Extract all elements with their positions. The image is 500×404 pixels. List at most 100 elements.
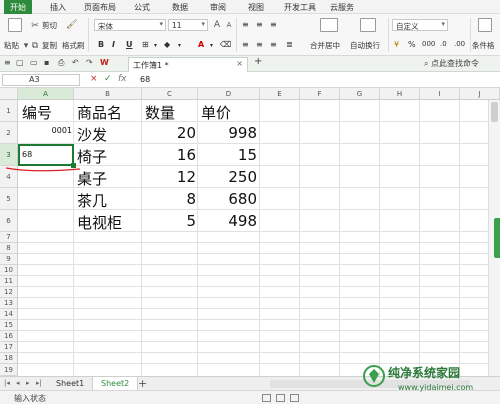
increase-decimal-icon[interactable]: .0 (440, 40, 447, 48)
cell-name[interactable]: 椅子 (77, 146, 107, 167)
row-header[interactable]: 2 (0, 122, 18, 144)
align-left-icon[interactable]: ≡ (242, 40, 249, 49)
row-header[interactable]: 18 (0, 353, 18, 364)
scrollbar-thumb[interactable] (491, 102, 498, 122)
header-cell-name[interactable]: 商品名 (77, 102, 122, 123)
first-sheet-icon[interactable]: |◂ (4, 379, 10, 387)
format-painter-button[interactable]: 格式刷 (62, 40, 85, 51)
cell-name[interactable]: 沙发 (77, 124, 107, 145)
chevron-down-icon[interactable]: ▾ (154, 42, 157, 49)
grow-font-button[interactable]: A (212, 20, 222, 30)
row-header[interactable]: 11 (0, 276, 18, 287)
wrap-text-button[interactable]: 自动换行 (350, 40, 380, 51)
tab-home[interactable]: 开始 (4, 0, 32, 14)
prev-sheet-icon[interactable]: ◂ (16, 379, 20, 387)
side-panel-handle[interactable] (494, 218, 500, 258)
align-right-icon[interactable]: ≡ (270, 40, 277, 49)
last-sheet-icon[interactable]: ▸| (36, 379, 42, 387)
number-format-select[interactable]: 自定义 ▾ (392, 19, 448, 31)
close-icon[interactable]: × (236, 59, 243, 68)
sheet-tab-sheet2[interactable]: Sheet2 (92, 377, 139, 391)
header-cell-qty[interactable]: 数量 (145, 102, 175, 123)
new-icon[interactable]: ▢ (16, 58, 24, 67)
row-header[interactable]: 7 (0, 232, 18, 243)
sheet-tab-sheet1[interactable]: Sheet1 (48, 377, 92, 391)
decrease-decimal-icon[interactable]: .00 (454, 40, 465, 48)
open-icon[interactable]: ▭ (30, 58, 38, 67)
cell-name[interactable]: 桌子 (77, 168, 107, 189)
paste-icon[interactable] (8, 18, 22, 32)
insert-function-button[interactable]: fx (118, 74, 127, 84)
copy-button[interactable]: ⧉ 复制 (30, 40, 57, 51)
row-header[interactable]: 9 (0, 254, 18, 265)
print-icon[interactable]: ⎙ (58, 58, 64, 68)
cell-name[interactable]: 茶几 (77, 190, 107, 211)
chevron-down-icon[interactable]: ▾ (210, 42, 213, 49)
thousands-icon[interactable]: 000 (422, 40, 435, 48)
row-header[interactable]: 8 (0, 243, 18, 254)
cell-qty[interactable]: 16 (142, 146, 196, 164)
font-name-select[interactable]: 宋体 ▾ (94, 19, 166, 31)
tab-developer[interactable]: 开发工具 (284, 2, 316, 13)
align-top-icon[interactable]: ≡ (242, 20, 249, 29)
undo-icon[interactable]: ↶ (72, 58, 79, 67)
tab-data[interactable]: 数据 (172, 2, 188, 13)
name-box[interactable]: A3 (2, 74, 80, 86)
cell-price[interactable]: 680 (198, 190, 257, 208)
column-header[interactable]: G (340, 88, 380, 100)
row-header[interactable]: 13 (0, 298, 18, 309)
cell-price[interactable]: 498 (198, 212, 257, 230)
header-cell-id[interactable]: 编号 (22, 102, 52, 123)
next-sheet-icon[interactable]: ▸ (26, 379, 30, 387)
formula-input[interactable]: 68 (140, 74, 495, 86)
percent-icon[interactable]: % (408, 40, 416, 49)
tab-page-layout[interactable]: 页面布局 (84, 2, 116, 13)
row-header[interactable]: 12 (0, 287, 18, 298)
cell-id-editing[interactable]: 68 (22, 150, 32, 159)
bold-button[interactable]: B (98, 40, 104, 49)
tab-review[interactable]: 审阅 (210, 2, 226, 13)
clear-format-icon[interactable]: ⌫ (220, 40, 231, 49)
shrink-font-button[interactable]: A (224, 20, 234, 30)
underline-button[interactable]: U (126, 40, 133, 49)
page-break-icon[interactable] (290, 394, 299, 402)
active-cell[interactable]: 68 (18, 144, 76, 168)
fill-color-icon[interactable]: ◆ (164, 40, 170, 49)
select-all-corner[interactable] (0, 88, 18, 100)
row-header[interactable]: 5 (0, 188, 18, 210)
conditional-format-button[interactable]: 条件格 (472, 40, 495, 51)
tab-view[interactable]: 视图 (248, 2, 264, 13)
row-header[interactable]: 17 (0, 342, 18, 353)
cell-name[interactable]: 电视柜 (77, 212, 122, 233)
chevron-down-icon[interactable]: ▾ (178, 42, 181, 49)
column-header[interactable]: E (260, 88, 300, 100)
row-header[interactable]: 15 (0, 320, 18, 331)
align-bottom-icon[interactable]: ≡ (270, 20, 277, 29)
header-cell-price[interactable]: 单价 (201, 102, 231, 123)
column-header[interactable]: F (300, 88, 340, 100)
cell-id[interactable]: 0001 (20, 126, 72, 135)
font-color-icon[interactable]: A (198, 40, 204, 49)
borders-icon[interactable]: ⊞ (142, 40, 149, 49)
cell-price[interactable]: 250 (198, 168, 257, 186)
italic-button[interactable]: I (112, 40, 115, 49)
cell-price[interactable]: 15 (198, 146, 257, 164)
align-middle-icon[interactable]: ≡ (256, 20, 263, 29)
column-header[interactable]: C (142, 88, 198, 100)
column-header[interactable]: J (460, 88, 500, 100)
wrap-text-icon[interactable] (360, 18, 376, 32)
new-tab-button[interactable]: + (254, 56, 262, 67)
row-header[interactable]: 1 (0, 100, 18, 122)
row-header[interactable]: 16 (0, 331, 18, 342)
redo-icon[interactable]: ↷ (86, 58, 93, 67)
spreadsheet-grid[interactable]: A B C D E F G H I J 1 2 3 4 5 6 7 8 9 10… (0, 88, 500, 376)
cut-button[interactable]: ✂ 剪切 (30, 20, 57, 31)
save-icon[interactable]: ▪ (44, 58, 49, 67)
tab-formulas[interactable]: 公式 (134, 2, 150, 13)
menu-icon[interactable]: ≡ (4, 58, 11, 67)
cell-qty[interactable]: 20 (142, 124, 196, 142)
column-header[interactable]: B (74, 88, 142, 100)
align-center-icon[interactable]: ≡ (256, 40, 263, 49)
row-header[interactable]: 10 (0, 265, 18, 276)
page-layout-icon[interactable] (276, 394, 285, 402)
